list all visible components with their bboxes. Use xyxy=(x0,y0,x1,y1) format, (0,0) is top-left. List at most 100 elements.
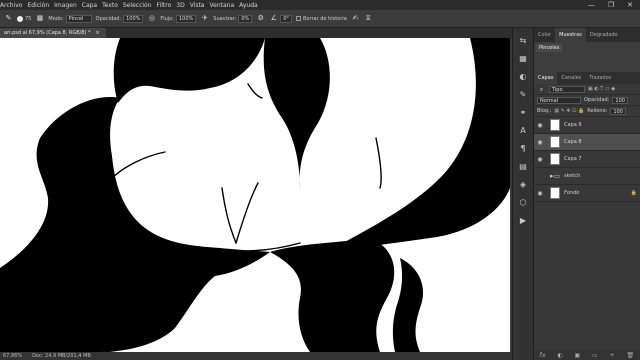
mask-icon[interactable]: ◐ xyxy=(557,352,562,359)
menu-vista[interactable]: Vista xyxy=(188,2,208,9)
trash-icon[interactable]: 🗑 xyxy=(626,352,634,359)
angle-input[interactable]: 0° xyxy=(280,14,292,23)
tool-preset-picker[interactable]: ✎ xyxy=(4,14,13,23)
pressure-size-toggle[interactable]: ✍ xyxy=(351,14,360,23)
airbrush-toggle[interactable]: ✈ xyxy=(200,14,209,23)
status-bar: 67,86% Doc: 24,9 MB/201,4 MB xyxy=(0,352,512,360)
menu-imagen[interactable]: Imagen xyxy=(52,2,80,9)
properties-icon[interactable]: ▤ xyxy=(517,160,529,172)
mode-control: Modo: Pincel xyxy=(48,14,92,23)
fx-icon[interactable]: fx xyxy=(540,352,546,359)
new-layer-icon[interactable]: + xyxy=(610,352,615,359)
layer-capa-8[interactable]: ◉ Capa 8 xyxy=(534,134,640,151)
document-tab[interactable]: ari.psd al 67,9% (Capa 8, RGB/8) * × xyxy=(0,28,106,38)
tab-trazados[interactable]: Trazados xyxy=(585,72,615,84)
menu-edicion[interactable]: Edición xyxy=(25,2,52,9)
smoothing-input[interactable]: 0% xyxy=(238,14,253,23)
swatches-icon[interactable]: ▦ xyxy=(517,52,529,64)
pressure-opacity-toggle[interactable]: ◎ xyxy=(147,14,156,23)
adjustments-icon[interactable]: ◐ xyxy=(517,70,529,82)
eye-icon[interactable]: ◉ xyxy=(536,139,544,146)
layer-name: Capa 7 xyxy=(564,156,582,162)
layer-fondo[interactable]: ◉ Fondo 🔒 xyxy=(534,185,640,202)
filter-icons[interactable]: ▣ ◐ T ▭ ◆ xyxy=(588,86,615,92)
menu-ventana[interactable]: Ventana xyxy=(207,2,237,9)
opacity-input[interactable]: 100% xyxy=(123,14,144,23)
document-tab-title: ari.psd al 67,9% (Capa 8, RGB/8) * xyxy=(4,30,91,36)
fill-input[interactable]: 100 xyxy=(610,107,626,115)
brush-panel-icon: ▦ xyxy=(36,14,44,22)
menu-capa[interactable]: Capa xyxy=(80,2,100,9)
eye-icon[interactable]: ◉ xyxy=(536,156,544,163)
character-icon[interactable]: A xyxy=(517,124,529,136)
eye-icon[interactable] xyxy=(536,173,544,180)
tab-pinceles[interactable]: Pinceles xyxy=(536,44,563,52)
layers-panel: Capas Canales Trazados ⌕ Tipo ▣ ◐ T ▭ ◆ … xyxy=(534,72,640,360)
brush-preset-picker[interactable]: 75 xyxy=(17,15,31,22)
erase-history-label: Borrar de historia xyxy=(303,15,347,22)
ink-line-left-stroke xyxy=(111,151,166,179)
menu-ayuda[interactable]: Ayuda xyxy=(237,2,261,9)
gear-icon: ⚙ xyxy=(257,14,264,22)
symmetry-toggle[interactable]: ⧖ xyxy=(364,14,373,23)
brush-settings-icon[interactable]: ✎ xyxy=(517,88,529,100)
tab-muestras[interactable]: Muestras xyxy=(555,28,586,42)
layer-name: sketch xyxy=(564,173,581,179)
smoothing-options[interactable]: ⚙ xyxy=(256,14,265,23)
layer-group-sketch[interactable]: ▸▭ sketch xyxy=(534,168,640,185)
libraries-icon[interactable]: ◈ xyxy=(517,178,529,190)
symmetry-icon: ⧖ xyxy=(365,14,371,22)
menu-seleccion[interactable]: Selección xyxy=(121,2,155,9)
lock-icon: 🔒 xyxy=(630,190,637,196)
filter-kind-select[interactable]: Tipo xyxy=(549,85,585,93)
tab-degradado[interactable]: Degradado xyxy=(586,28,622,42)
canvas-area[interactable] xyxy=(0,38,512,352)
layer-capa-9[interactable]: ◉ Capa 9 xyxy=(534,117,640,134)
panel-icon-strip: ⇆ ▦ ◐ ✎ ⚭ A ¶ ▤ ◈ ⬡ ▶ xyxy=(512,28,534,360)
erase-history-toggle[interactable]: Borrar de historia xyxy=(296,16,347,22)
menu-archivo[interactable]: Archivo xyxy=(0,2,25,9)
maximize-icon[interactable]: ❐ xyxy=(606,1,617,9)
brush-tool-icon: ✎ xyxy=(5,14,12,22)
flow-input[interactable]: 100% xyxy=(175,14,197,23)
airbrush-icon: ✈ xyxy=(201,14,208,22)
ink-line-top-hair xyxy=(247,83,263,99)
ink-shape-bottom-right xyxy=(392,258,424,352)
lock-row: Bloq.: ▦ ✎ ✥ ⊡ 🔒 Relleno: 100 xyxy=(534,106,640,117)
layers-panel-tabs: Capas Canales Trazados xyxy=(534,72,640,84)
lock-icons[interactable]: ▦ ✎ ✥ ⊡ 🔒 xyxy=(554,108,584,114)
tab-color[interactable]: Color xyxy=(534,28,555,42)
artwork xyxy=(0,38,510,352)
3d-icon[interactable]: ⬡ xyxy=(517,196,529,208)
tab-canales[interactable]: Canales xyxy=(557,72,585,84)
layer-opacity-input[interactable]: 100 xyxy=(612,96,628,104)
clone-source-icon[interactable]: ⚭ xyxy=(517,106,529,118)
tab-capas[interactable]: Capas xyxy=(534,72,558,84)
document-size[interactable]: Doc: 24,9 MB/201,4 MB xyxy=(32,352,91,360)
brush-panel-toggle[interactable]: ▦ xyxy=(35,14,44,23)
adjustment-layer-icon[interactable]: ▣ xyxy=(575,352,581,359)
document-tab-bar: ari.psd al 67,9% (Capa 8, RGB/8) * × xyxy=(0,28,512,38)
menu-filtro[interactable]: Filtro xyxy=(155,2,175,9)
eye-icon[interactable]: ◉ xyxy=(536,122,544,129)
zoom-level[interactable]: 67,86% xyxy=(3,352,22,360)
document-canvas[interactable] xyxy=(0,38,510,352)
eye-icon[interactable]: ◉ xyxy=(536,190,544,197)
paragraph-icon[interactable]: ¶ xyxy=(517,142,529,154)
new-group-icon[interactable]: ▭ xyxy=(592,352,598,359)
menu-texto[interactable]: Texto xyxy=(100,2,121,9)
flow-label: Flujo: xyxy=(160,15,174,22)
layer-capa-7[interactable]: ◉ Capa 7 xyxy=(534,151,640,168)
menu-3d[interactable]: 3D xyxy=(174,2,187,9)
window-controls: — ❐ ✕ xyxy=(586,0,640,10)
close-window-icon[interactable]: ✕ xyxy=(625,1,636,9)
ink-line-right-hair-1 xyxy=(375,137,382,189)
blend-mode-select[interactable]: Normal xyxy=(537,96,581,104)
pressure-size-icon: ✍ xyxy=(352,14,359,22)
minimize-icon[interactable]: — xyxy=(586,1,598,9)
close-tab-icon[interactable]: × xyxy=(96,28,100,38)
mode-select[interactable]: Pincel xyxy=(65,14,92,23)
erase-history-checkbox[interactable] xyxy=(296,16,301,21)
actions-icon[interactable]: ▶ xyxy=(517,214,529,226)
history-icon[interactable]: ⇆ xyxy=(517,34,529,46)
